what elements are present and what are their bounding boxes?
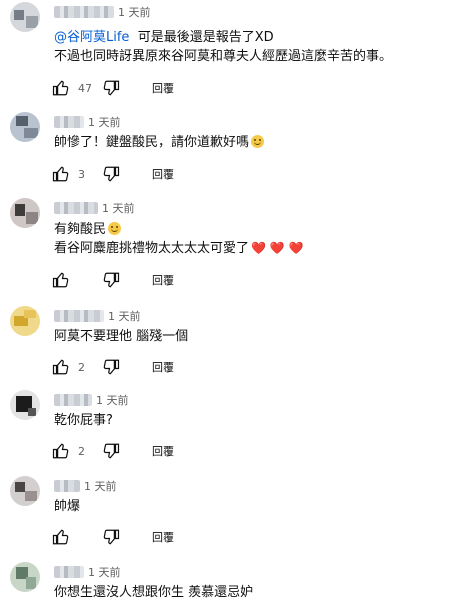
avatar[interactable] — [10, 112, 40, 142]
author-name[interactable] — [54, 116, 84, 128]
comment-time[interactable]: 1 天前 — [118, 4, 151, 20]
thumb-up-icon[interactable] — [52, 165, 70, 183]
comment-text: 有夠酸民 — [54, 220, 122, 239]
reply-button[interactable]: 回覆 — [152, 272, 174, 288]
comment-time[interactable]: 1 天前 — [84, 478, 117, 494]
reply-button[interactable]: 回覆 — [152, 443, 174, 459]
author-name[interactable] — [54, 6, 114, 18]
thumb-up-icon[interactable] — [52, 442, 70, 460]
comment-text-line: 不過也同時訝異原來谷阿莫和尊夫人經歷過這麼辛苦的事。 — [54, 49, 393, 64]
comment-time[interactable]: 1 天前 — [88, 564, 121, 580]
avatar[interactable] — [10, 2, 40, 32]
comment-actions: 47 回覆 — [52, 78, 174, 98]
comment-text: @谷阿莫Life 可是最後還是報告了XD — [54, 30, 274, 45]
thumb-down-icon[interactable] — [102, 528, 120, 546]
comment-text: 帥慘了！鍵盤酸民，請你道歉好嗎 — [54, 133, 265, 152]
thumb-down-icon[interactable] — [102, 358, 120, 376]
reply-button[interactable]: 回覆 — [152, 80, 174, 96]
thumb-up-icon[interactable] — [52, 79, 70, 97]
thumb-down-icon[interactable] — [102, 165, 120, 183]
avatar[interactable] — [10, 562, 40, 592]
avatar[interactable] — [10, 390, 40, 420]
author-name[interactable] — [54, 480, 80, 492]
avatar[interactable] — [10, 306, 40, 336]
heart-emojis: ❤️ ❤️ ❤️ — [251, 241, 304, 255]
comment-text: 乾你屁事? — [54, 413, 113, 428]
reply-button[interactable]: 回覆 — [152, 359, 174, 375]
comment-time[interactable]: 1 天前 — [88, 114, 121, 130]
author-name[interactable] — [54, 202, 98, 214]
thumb-up-icon[interactable] — [52, 358, 70, 376]
comment-time[interactable]: 1 天前 — [96, 392, 129, 408]
comment-text-line: 看谷阿麋鹿挑禮物太太太太可愛了 ❤️ ❤️ ❤️ — [54, 241, 304, 256]
reply-button[interactable]: 回覆 — [152, 529, 174, 545]
author-name[interactable] — [54, 566, 84, 578]
avatar[interactable] — [10, 198, 40, 228]
thumb-up-icon[interactable] — [52, 528, 70, 546]
thumb-up-icon[interactable] — [52, 271, 70, 289]
mention-link[interactable]: @谷阿莫Life — [54, 30, 129, 45]
comment-actions: 2 回覆 — [52, 441, 174, 461]
comment-actions: 3 回覆 — [52, 164, 174, 184]
comment-text: 你想生還沒人想跟你生 羨慕還忌妒 — [54, 585, 254, 600]
thumb-down-icon[interactable] — [102, 271, 120, 289]
comment-text: 阿莫不要理他 腦殘一個 — [54, 329, 189, 344]
comment-actions: 回覆 — [52, 527, 174, 547]
like-count: 3 — [78, 167, 85, 181]
comment-actions: 2 回覆 — [52, 357, 174, 377]
like-count: 47 — [78, 81, 92, 95]
thumb-down-icon[interactable] — [102, 79, 120, 97]
grinning-face-emoji — [108, 222, 122, 235]
avatar[interactable] — [10, 476, 40, 506]
comment-actions: 回覆 — [52, 270, 174, 290]
thumb-down-icon[interactable] — [102, 442, 120, 460]
like-count: 2 — [78, 444, 85, 458]
like-count: 2 — [78, 360, 85, 374]
author-name[interactable] — [54, 394, 92, 406]
reply-button[interactable]: 回覆 — [152, 166, 174, 182]
smiling-face-emoji — [251, 135, 265, 148]
comment-time[interactable]: 1 天前 — [108, 308, 141, 324]
author-name[interactable] — [54, 310, 104, 322]
comment-time[interactable]: 1 天前 — [102, 200, 135, 216]
comment-text: 帥爆 — [54, 499, 81, 514]
